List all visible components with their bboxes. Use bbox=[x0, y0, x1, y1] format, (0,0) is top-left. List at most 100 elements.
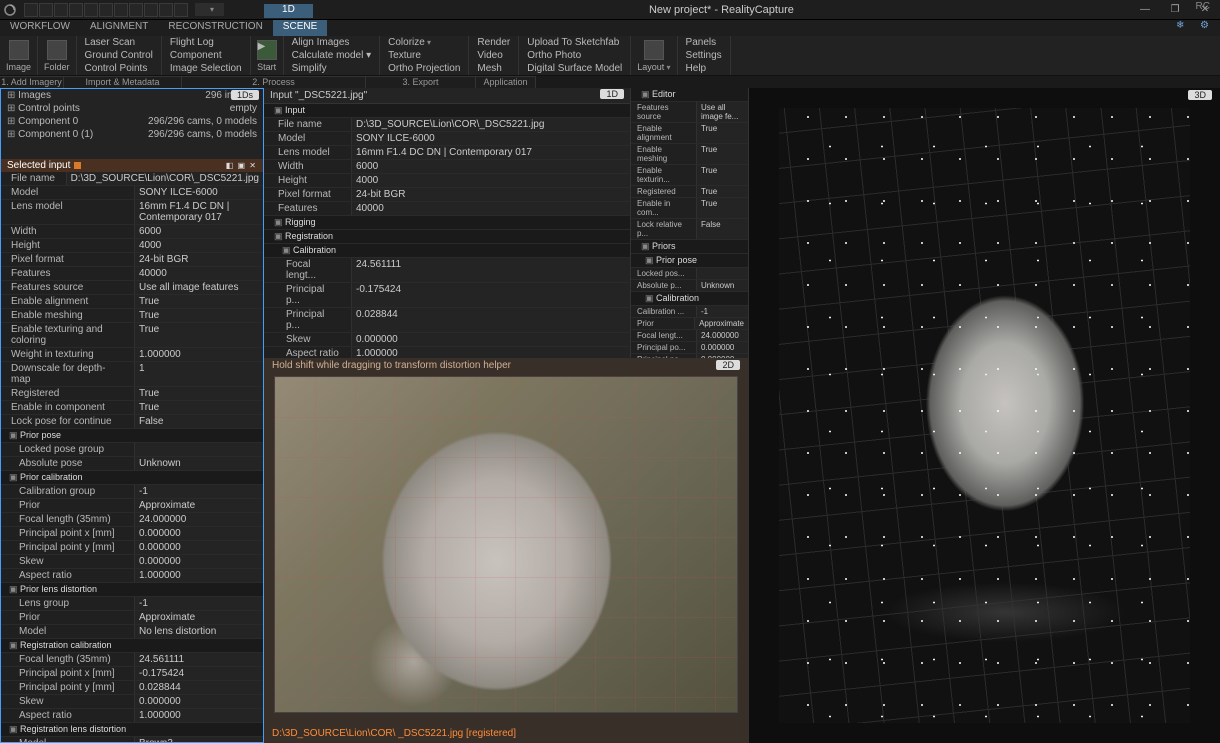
property-row[interactable]: ModelSONY ILCE-6000 bbox=[1, 186, 263, 200]
property-row[interactable]: Skew0.000000 bbox=[264, 333, 630, 347]
ribbon-layout[interactable]: Layout bbox=[631, 36, 677, 75]
ortho-photo-button[interactable]: Ortho Photo bbox=[525, 49, 624, 62]
align-images-button[interactable]: Align Images bbox=[290, 36, 374, 49]
panel-controls[interactable]: ◧ ▣ ✕ bbox=[226, 161, 257, 170]
viewport-3d[interactable]: 3D bbox=[748, 88, 1220, 743]
component-button[interactable]: Component bbox=[168, 49, 244, 62]
prior-pose-section[interactable]: Prior pose bbox=[631, 254, 748, 268]
property-group[interactable]: Registration calibration bbox=[1, 639, 263, 653]
ribbon-image[interactable]: Image bbox=[0, 36, 38, 75]
property-row[interactable]: Weight in texturing1.000000 bbox=[1, 348, 263, 362]
texture-button[interactable]: Texture bbox=[386, 49, 462, 62]
quick-icons[interactable] bbox=[24, 3, 189, 17]
property-group[interactable]: Prior lens distortion bbox=[1, 583, 263, 597]
panels-button[interactable]: Panels bbox=[684, 36, 724, 49]
editor-section[interactable]: Editor bbox=[631, 88, 748, 102]
simplify-button[interactable]: Simplify bbox=[290, 62, 374, 75]
tab-scene[interactable]: SCENE bbox=[273, 20, 327, 36]
property-row[interactable]: Features40000 bbox=[264, 202, 630, 216]
input-section[interactable]: Input bbox=[264, 104, 630, 118]
view-1d-badge[interactable]: 1D bbox=[600, 89, 624, 99]
property-group[interactable]: Prior pose bbox=[1, 429, 263, 443]
property-row[interactable]: Principal point y [mm]0.028844 bbox=[1, 681, 263, 695]
property-row[interactable]: Focal lengt...24.000000 bbox=[631, 330, 748, 342]
property-row[interactable]: Aspect ratio1.000000 bbox=[1, 709, 263, 723]
maximize-button[interactable]: ❐ bbox=[1160, 0, 1190, 20]
property-row[interactable]: PriorApproximate bbox=[1, 499, 263, 513]
property-row[interactable]: Lock relative p...False bbox=[631, 219, 748, 240]
property-row[interactable]: Height4000 bbox=[1, 239, 263, 253]
property-row[interactable]: Principal point x [mm]0.000000 bbox=[1, 527, 263, 541]
property-row[interactable]: Locked pos... bbox=[631, 268, 748, 280]
video-button[interactable]: Video bbox=[475, 49, 512, 62]
property-row[interactable]: Pixel format24-bit BGR bbox=[1, 253, 263, 267]
property-row[interactable]: Lens model16mm F1.4 DC DN | Contemporary… bbox=[264, 146, 630, 160]
point-cloud[interactable] bbox=[779, 108, 1190, 723]
rigging-section[interactable]: Rigging bbox=[264, 216, 630, 230]
view-tab-1d[interactable]: 1D bbox=[264, 4, 313, 18]
view-3d-badge[interactable]: 3D bbox=[1188, 90, 1212, 100]
tree-item[interactable]: Control pointsempty bbox=[1, 102, 263, 115]
property-row[interactable]: Enable alignmentTrue bbox=[631, 123, 748, 144]
tab-alignment[interactable]: ALIGNMENT bbox=[80, 20, 158, 36]
property-row[interactable]: PriorApproximate bbox=[631, 318, 748, 330]
settings-icon[interactable]: ⚙ bbox=[1200, 20, 1220, 36]
registration-section[interactable]: Registration bbox=[264, 230, 630, 244]
property-row[interactable]: Enable in com...True bbox=[631, 198, 748, 219]
property-row[interactable]: Locked pose group bbox=[1, 443, 263, 457]
property-row[interactable]: Lens model16mm F1.4 DC DN | Contemporary… bbox=[1, 200, 263, 225]
property-row[interactable]: Skew0.000000 bbox=[1, 555, 263, 569]
upload-sketchfab-button[interactable]: Upload To Sketchfab bbox=[525, 36, 624, 49]
property-row[interactable]: RegisteredTrue bbox=[631, 186, 748, 198]
property-row[interactable]: Downscale for depth-map1 bbox=[1, 362, 263, 387]
help-icon[interactable]: ❄ bbox=[1176, 20, 1200, 36]
settings-button[interactable]: Settings bbox=[684, 49, 724, 62]
property-row[interactable]: Lock pose for continueFalse bbox=[1, 415, 263, 429]
image-preview[interactable] bbox=[274, 376, 738, 713]
mesh-button[interactable]: Mesh bbox=[475, 62, 512, 75]
property-row[interactable]: Enable texturing and coloringTrue bbox=[1, 323, 263, 348]
property-row[interactable]: Enable texturin...True bbox=[631, 165, 748, 186]
property-row[interactable]: Features sourceUse all image fe... bbox=[631, 102, 748, 123]
property-row[interactable]: Calibration group-1 bbox=[1, 485, 263, 499]
tab-workflow[interactable]: WORKFLOW bbox=[0, 20, 80, 36]
flight-log-button[interactable]: Flight Log bbox=[168, 36, 244, 49]
property-row[interactable]: File nameD:\3D_SOURCE\Lion\COR\_DSC5221.… bbox=[264, 118, 630, 132]
control-points-button[interactable]: Control Points bbox=[83, 62, 155, 75]
ribbon-start[interactable]: ▶Start bbox=[251, 36, 284, 75]
view-badge[interactable]: 1Ds bbox=[231, 90, 259, 100]
priors-section[interactable]: Priors bbox=[631, 240, 748, 254]
property-row[interactable]: Pixel format24-bit BGR bbox=[264, 188, 630, 202]
property-row[interactable]: Features40000 bbox=[1, 267, 263, 281]
tab-reconstruction[interactable]: RECONSTRUCTION bbox=[158, 20, 272, 36]
ortho-projection-button[interactable]: Ortho Projection bbox=[386, 62, 462, 75]
property-row[interactable]: Width6000 bbox=[264, 160, 630, 174]
property-row[interactable]: Enable alignmentTrue bbox=[1, 295, 263, 309]
property-row[interactable]: Principal p...0.028844 bbox=[264, 308, 630, 333]
tree-item[interactable]: Component 0 (1)296/296 cams, 0 models bbox=[1, 128, 263, 141]
property-row[interactable]: Enable meshingTrue bbox=[631, 144, 748, 165]
ribbon-folder[interactable]: Folder bbox=[38, 36, 77, 75]
property-row[interactable]: Focal length (35mm)24.000000 bbox=[1, 513, 263, 527]
property-group[interactable]: Prior calibration bbox=[1, 471, 263, 485]
property-row[interactable]: Principal point x [mm]-0.175424 bbox=[1, 667, 263, 681]
property-row[interactable]: Enable meshingTrue bbox=[1, 309, 263, 323]
property-row[interactable]: ModelBrown3 bbox=[1, 737, 263, 742]
minimize-button[interactable]: — bbox=[1130, 0, 1160, 20]
property-row[interactable]: RegisteredTrue bbox=[1, 387, 263, 401]
ground-control-button[interactable]: Ground Control bbox=[83, 49, 155, 62]
property-group[interactable]: Registration lens distortion bbox=[1, 723, 263, 737]
colorize-button[interactable]: Colorize bbox=[386, 36, 462, 49]
help-button[interactable]: Help bbox=[684, 62, 724, 75]
tree-item[interactable]: Component 0296/296 cams, 0 models bbox=[1, 115, 263, 128]
property-row[interactable]: Width6000 bbox=[1, 225, 263, 239]
property-row[interactable]: Focal lengt...24.561111 bbox=[264, 258, 630, 283]
image-selection-button[interactable]: Image Selection bbox=[168, 62, 244, 75]
property-row[interactable]: Principal p...-0.175424 bbox=[264, 283, 630, 308]
view-2d-badge[interactable]: 2D bbox=[716, 360, 740, 370]
property-row[interactable]: Features sourceUse all image features bbox=[1, 281, 263, 295]
property-row[interactable]: Skew0.000000 bbox=[1, 695, 263, 709]
property-row[interactable]: Absolute poseUnknown bbox=[1, 457, 263, 471]
quick-dropdown[interactable] bbox=[195, 3, 224, 16]
property-row[interactable]: File nameD:\3D_SOURCE\Lion\COR\_DSC5221.… bbox=[1, 172, 263, 186]
